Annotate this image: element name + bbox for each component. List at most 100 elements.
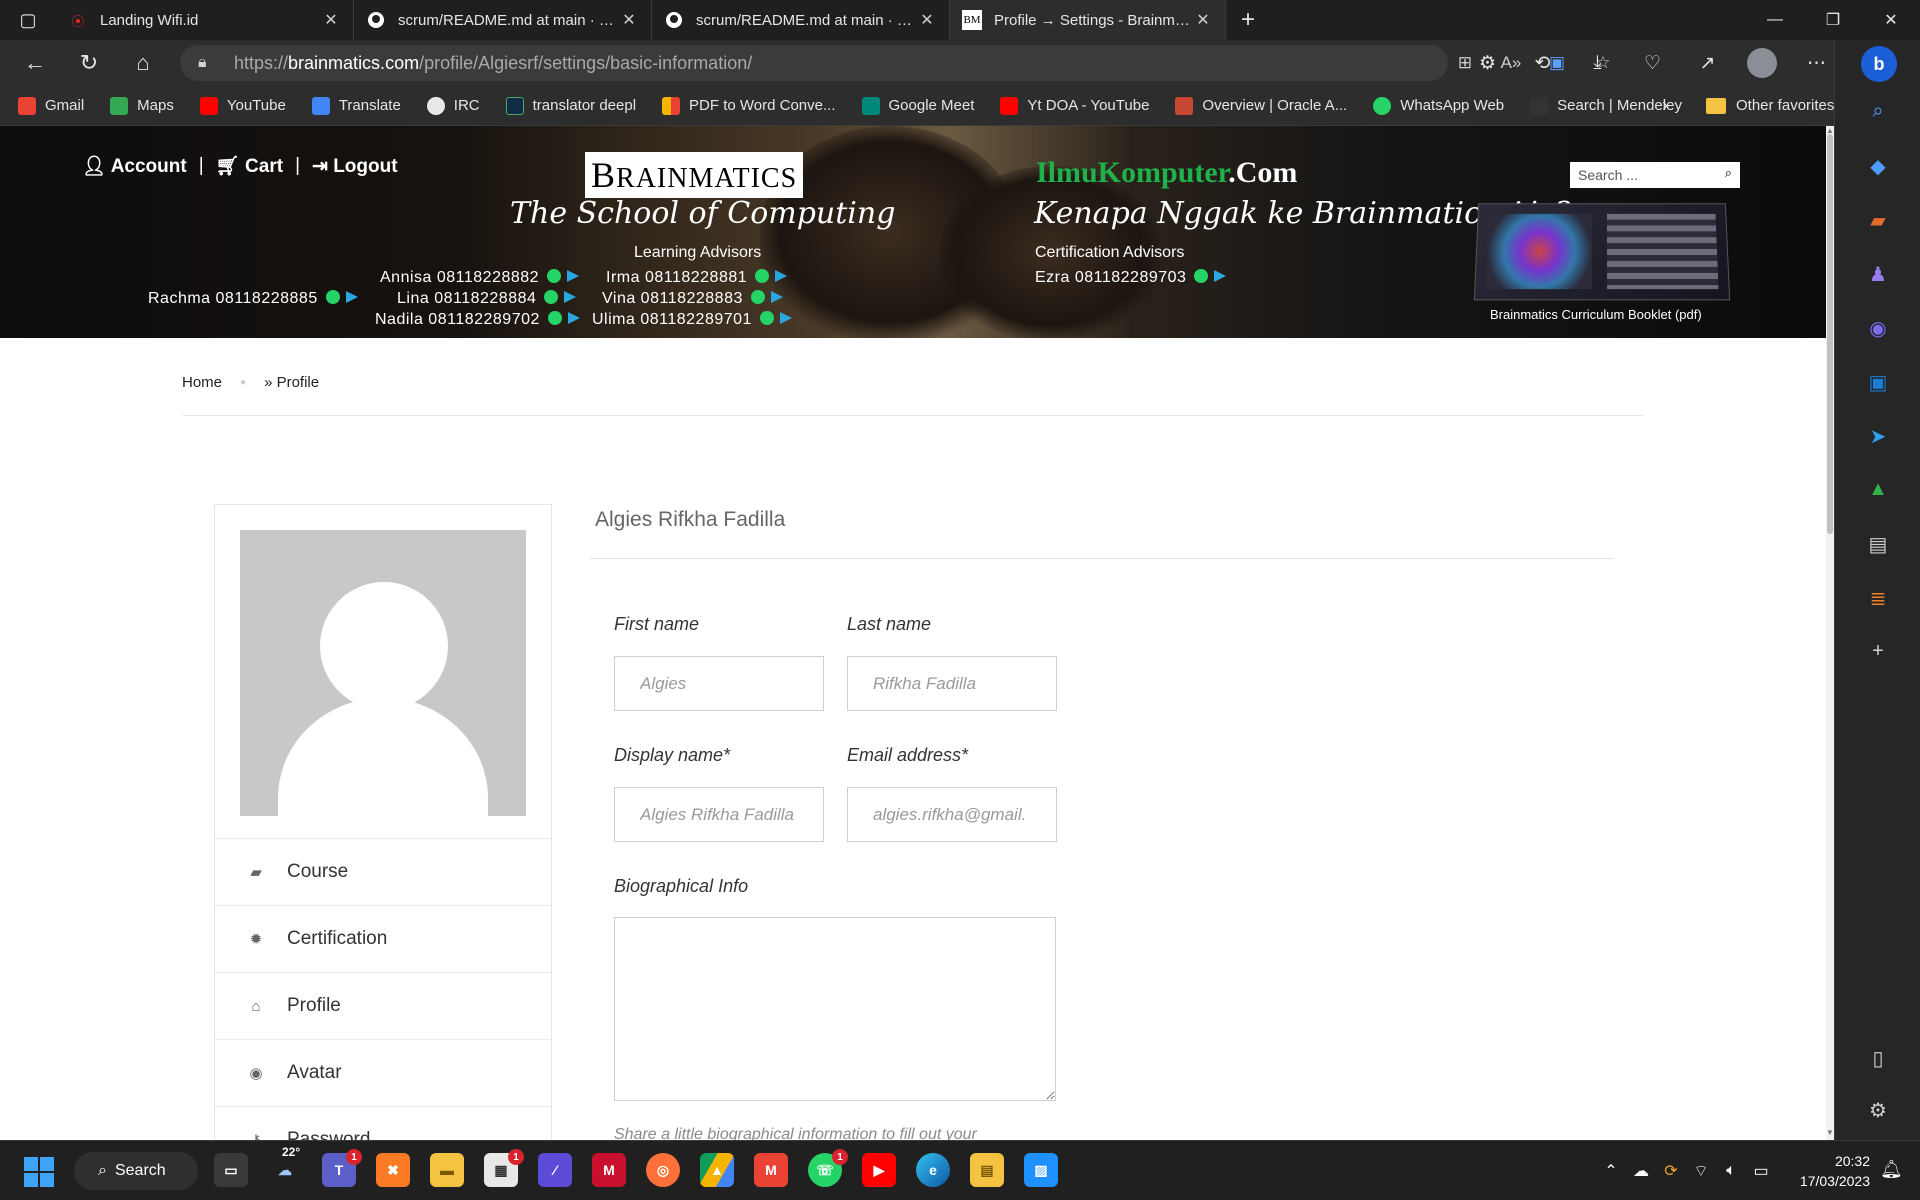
weather-icon[interactable]: ☁ 22° (268, 1145, 302, 1187)
whatsapp-icon[interactable] (1194, 269, 1209, 283)
advisor-contact[interactable]: Ulima 081182289701 (592, 311, 792, 329)
advisor-contact[interactable]: Ezra 081182289703 (1035, 269, 1227, 287)
chevron-up-icon[interactable]: ⌃ (1596, 1161, 1626, 1181)
minimize-icon[interactable]: — (1746, 0, 1804, 40)
tab-brainmatics-profile[interactable]: BM Profile → Settings - Brainmatics ✕ (950, 0, 1226, 40)
telegram-icon[interactable] (1214, 270, 1227, 282)
settings-gear-icon[interactable]: ⚙ (1835, 1098, 1920, 1123)
advisor-contact[interactable]: Irma 08118228881 (606, 269, 788, 287)
history-icon[interactable]: ⟲ (1515, 52, 1570, 75)
close-tab-icon[interactable]: ✕ (321, 10, 341, 30)
telegram-icon[interactable] (779, 312, 792, 324)
whatsapp-icon[interactable] (759, 311, 774, 325)
email-field[interactable] (847, 787, 1057, 842)
advisor-contact[interactable]: Lina 08118228884 (397, 290, 577, 308)
sidebar-item-profile[interactable]: ⌂ Profile (215, 973, 551, 1039)
download-icon[interactable]: ⤓ (1570, 52, 1625, 74)
microsoft-store-icon[interactable]: ▦ 1 (484, 1149, 524, 1187)
search-icon[interactable]: ⌕ (1725, 165, 1732, 181)
stack-icon[interactable]: ≣ (1835, 586, 1920, 611)
address-bar[interactable]: 🔒︎ https://brainmatics.com/profile/Algie… (180, 45, 1611, 81)
bookmark-whatsapp[interactable]: WhatsApp Web (1373, 96, 1504, 115)
mcafee-icon[interactable]: M (592, 1153, 626, 1187)
app-icon[interactable]: ▤ (1835, 532, 1920, 557)
sidebar-item-certification[interactable]: ✹ Certification (215, 906, 551, 972)
telegram-icon[interactable] (564, 291, 577, 303)
booklet-link[interactable]: Brainmatics Curriculum Booklet (pdf) (1490, 307, 1702, 322)
restore-icon[interactable]: ❐ (1804, 0, 1862, 40)
drop-icon[interactable]: ➤ (1835, 424, 1920, 449)
whatsapp-icon[interactable] (544, 290, 559, 304)
back-icon[interactable]: ← (8, 40, 62, 86)
telegram-icon[interactable] (770, 291, 783, 303)
bookmark-mendeley[interactable]: Search | Mendeley (1530, 96, 1682, 115)
bookmark-gmail[interactable]: Gmail (18, 96, 84, 115)
microsoft-365-icon[interactable]: ◉ (1835, 316, 1920, 341)
whatsapp-icon[interactable] (755, 269, 770, 283)
extensions-icon[interactable]: ⚙︎ (1460, 52, 1515, 75)
telegram-icon[interactable] (345, 291, 358, 303)
refresh-icon[interactable]: ↻ (62, 40, 116, 86)
sidebar-item-password[interactable]: ⚷ Password (215, 1107, 551, 1140)
curriculum-booklet-image[interactable] (1473, 203, 1731, 301)
whatsapp-icon[interactable] (547, 311, 562, 325)
advisor-contact[interactable]: Rachma 08118228885 (148, 290, 358, 308)
bookmark-maps[interactable]: Maps (110, 96, 174, 115)
close-window-icon[interactable]: ✕ (1862, 0, 1920, 40)
share-icon[interactable]: ↗ (1680, 52, 1735, 75)
search-icon[interactable]: ⌕ (1835, 100, 1920, 123)
advisor-contact[interactable]: Vina 08118228883 (602, 290, 783, 308)
google-drive-icon[interactable]: ▲ (700, 1153, 734, 1187)
tree-icon[interactable]: ▲ (1835, 478, 1920, 501)
page-scrollbar[interactable]: ▲ ▼ (1826, 126, 1834, 1140)
taskbar-clock[interactable]: 20:32 17/03/2023 (1780, 1151, 1870, 1191)
shopping-icon[interactable]: ◆ (1835, 154, 1920, 179)
xampp-icon[interactable]: ✖ (376, 1153, 410, 1187)
gmail-icon[interactable]: M (754, 1153, 788, 1187)
files-icon[interactable]: ▤ (970, 1153, 1004, 1187)
games-icon[interactable]: ♟ (1835, 262, 1920, 287)
close-tab-icon[interactable]: ✕ (917, 10, 937, 30)
scrollbar-thumb[interactable] (1827, 134, 1833, 534)
brainmatics-logo[interactable]: BRAINMATICS (585, 152, 804, 198)
telegram-icon[interactable] (775, 270, 788, 282)
advisor-contact[interactable]: Annisa 08118228882 (380, 269, 580, 287)
tab-github-readme-2[interactable]: scrum/README.md at main · bukan ✕ (652, 0, 950, 40)
bookmark-oracle[interactable]: Overview | Oracle A... (1175, 96, 1347, 115)
teams-icon[interactable]: T1 (322, 1149, 362, 1187)
whatsapp-icon[interactable] (325, 290, 340, 304)
telegram-icon[interactable] (567, 312, 580, 324)
display-name-field[interactable] (614, 787, 824, 842)
whatsapp-icon[interactable]: ☏ 1 (808, 1149, 848, 1187)
profile-avatar[interactable] (1747, 48, 1777, 78)
ilmukomputer-logo[interactable]: IlmuKomputer.Com (1036, 156, 1297, 190)
new-tab-button[interactable]: + (1226, 6, 1270, 34)
first-name-field[interactable] (614, 656, 824, 711)
close-tab-icon[interactable]: ✕ (1193, 10, 1213, 30)
telegram-icon[interactable] (567, 270, 580, 282)
start-button[interactable] (24, 1157, 54, 1187)
onedrive-icon[interactable]: ☁ (1626, 1161, 1656, 1181)
cart-link[interactable]: 🛒︎ Cart (216, 154, 283, 178)
notification-bell-icon[interactable]: 🔔︎ (1880, 1159, 1903, 1180)
scroll-down-icon[interactable]: ▼ (1826, 1128, 1834, 1137)
bookmark-deepl[interactable]: translator deepl (505, 96, 636, 115)
logout-link[interactable]: ⇥ Logout (312, 155, 398, 178)
file-explorer-icon[interactable]: ▬ (430, 1153, 464, 1187)
outlook-icon[interactable]: ▣ (1835, 370, 1920, 395)
bio-textarea[interactable] (614, 917, 1056, 1101)
task-view-icon[interactable]: ▭ (214, 1153, 248, 1187)
add-icon[interactable]: + (1835, 640, 1920, 663)
volume-icon[interactable]: 🔈︎ (1716, 1162, 1746, 1180)
edge-icon[interactable]: e (916, 1153, 950, 1187)
sidebar-toggle-icon[interactable]: ▯ (1835, 1046, 1920, 1071)
lock-icon[interactable]: 🔒︎ (198, 54, 220, 72)
close-tab-icon[interactable]: ✕ (619, 10, 639, 30)
chevron-right-icon[interactable]: › (1662, 95, 1668, 116)
advisor-contact[interactable]: Nadila 081182289702 (375, 311, 580, 329)
sidebar-item-course[interactable]: ▰ Course (215, 839, 551, 905)
tab-github-readme-1[interactable]: scrum/README.md at main · bukan ✕ (354, 0, 652, 40)
bookmark-pdf-to-word[interactable]: PDF to Word Conve... (662, 96, 836, 115)
last-name-field[interactable] (847, 656, 1057, 711)
site-search-input[interactable]: Search ... ⌕ (1570, 162, 1740, 188)
